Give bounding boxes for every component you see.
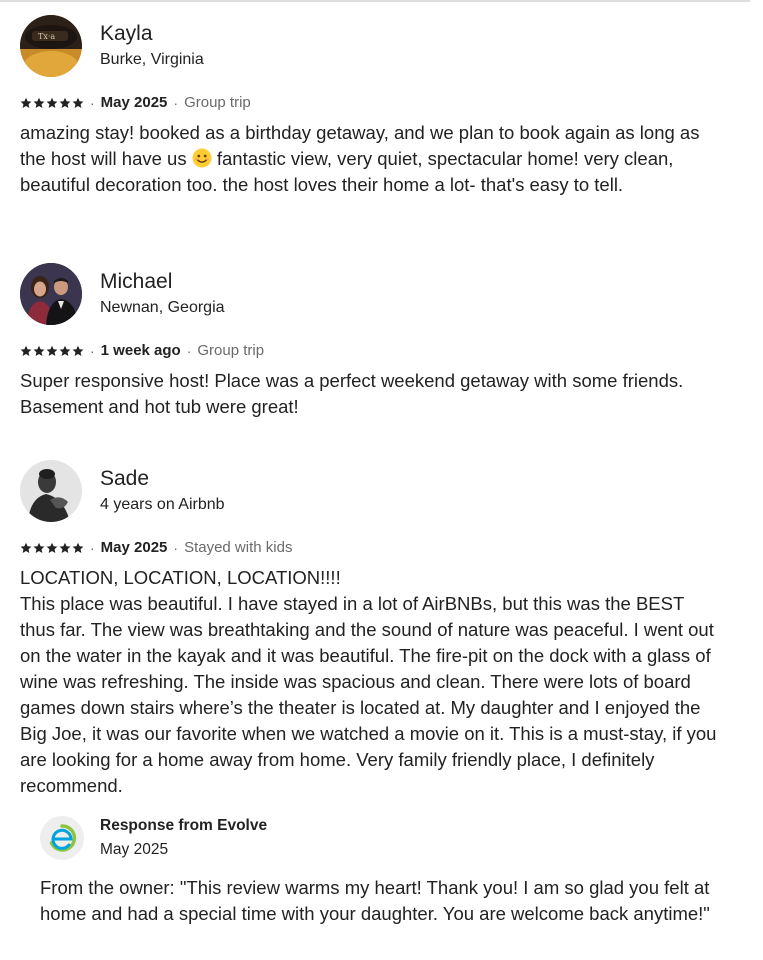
separator-dot: · <box>90 343 95 359</box>
response-date: May 2025 <box>100 841 169 858</box>
separator-dot: · <box>186 343 192 359</box>
reviewer-header: Sade 4 years on Airbnb <box>20 459 720 523</box>
star-rating <box>20 542 84 554</box>
reviewer-location: Burke, Virginia <box>100 51 204 68</box>
review-date: May 2025 <box>100 539 168 556</box>
review-meta: · May 2025 · Stayed with kids <box>20 537 720 559</box>
star-icon <box>20 542 32 553</box>
star-icon <box>72 542 84 553</box>
reviewer-tenure: 4 years on Airbnb <box>100 496 225 513</box>
host-response-header: Response from Evolve May 2025 <box>40 815 720 861</box>
reviewer-name: Sade <box>100 467 150 490</box>
response-title: Response from Evolve <box>100 817 268 834</box>
avatar-photo-icon <box>20 263 82 325</box>
review-meta: · May 2025 · Group trip <box>20 92 720 114</box>
reviewer-header: Tx·a Kayla Burke, Virginia <box>20 14 720 78</box>
separator-dot: · <box>173 95 179 111</box>
evolve-logo-icon[interactable] <box>40 816 84 860</box>
review-card: Michael Newnan, Georgia · 1 week ago · G… <box>20 262 720 420</box>
trip-type: Group trip <box>197 342 265 359</box>
host-response: Response from Evolve May 2025 From the o… <box>40 815 720 927</box>
review-text: LOCATION, LOCATION, LOCATION!!!! This pl… <box>20 567 717 796</box>
reviewer-name: Kayla <box>100 22 153 45</box>
star-icon <box>33 542 45 553</box>
star-icon <box>46 97 58 108</box>
trip-type: Group trip <box>184 94 251 111</box>
review-date: 1 week ago <box>100 342 181 359</box>
star-icon <box>72 97 84 108</box>
star-icon <box>59 97 71 108</box>
separator-dot: · <box>173 540 179 556</box>
separator-dot: · <box>90 540 95 556</box>
avatar[interactable]: Tx·a <box>20 15 82 77</box>
star-icon <box>72 345 84 356</box>
svg-text:Tx·a: Tx·a <box>38 32 55 41</box>
star-icon <box>33 97 45 108</box>
avatar[interactable] <box>20 263 82 325</box>
avatar-photo-icon: Tx·a <box>20 15 82 77</box>
review-date: May 2025 <box>100 94 168 111</box>
review-card: Sade 4 years on Airbnb · May 2025 · Stay… <box>20 459 720 799</box>
review-text: Super responsive host! Place was a perfe… <box>20 370 689 417</box>
response-text: From the owner: "This review warms my he… <box>40 877 710 924</box>
reviewer-header: Michael Newnan, Georgia <box>20 262 720 326</box>
avatar-photo-icon <box>20 460 82 522</box>
separator-dot: · <box>90 95 95 111</box>
star-icon <box>59 542 71 553</box>
smiling-face-emoji-icon <box>192 148 212 168</box>
star-rating <box>20 345 84 357</box>
review-meta: · 1 week ago · Group trip <box>20 340 720 362</box>
star-icon <box>20 345 32 356</box>
star-icon <box>59 345 71 356</box>
trip-type: Stayed with kids <box>184 539 293 556</box>
evolve-logo-icon <box>49 824 77 852</box>
star-rating <box>20 97 84 109</box>
review-card: Tx·a Kayla Burke, Virginia · May 2025 · … <box>20 14 720 198</box>
review-text: amazing stay! booked as a birthday getaw… <box>20 120 720 198</box>
reviewer-name: Michael <box>100 270 173 293</box>
star-icon <box>33 345 45 356</box>
star-icon <box>20 97 32 108</box>
avatar[interactable] <box>20 460 82 522</box>
reviewer-location: Newnan, Georgia <box>100 299 225 316</box>
star-icon <box>46 542 58 553</box>
top-divider <box>0 0 750 2</box>
star-icon <box>46 345 58 356</box>
